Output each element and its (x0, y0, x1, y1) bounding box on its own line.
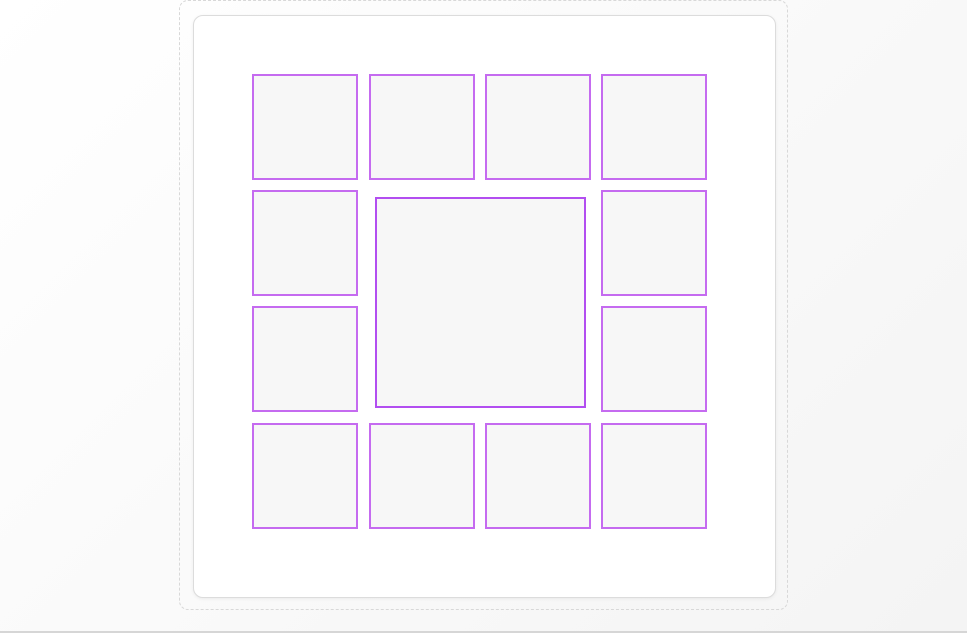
grid-tile[interactable] (369, 74, 475, 180)
grid-tile[interactable] (252, 306, 358, 412)
grid-tile[interactable] (601, 74, 707, 180)
grid-tile-center[interactable] (375, 197, 586, 408)
grid-tile[interactable] (252, 423, 358, 529)
grid-tile[interactable] (485, 74, 591, 180)
grid-tile[interactable] (601, 190, 707, 296)
grid-tile[interactable] (485, 423, 591, 529)
grid-tile[interactable] (369, 423, 475, 529)
grid-tile[interactable] (601, 423, 707, 529)
grid-tile[interactable] (252, 190, 358, 296)
grid-tile[interactable] (252, 74, 358, 180)
grid-card (193, 15, 776, 598)
grid-tile[interactable] (601, 306, 707, 412)
